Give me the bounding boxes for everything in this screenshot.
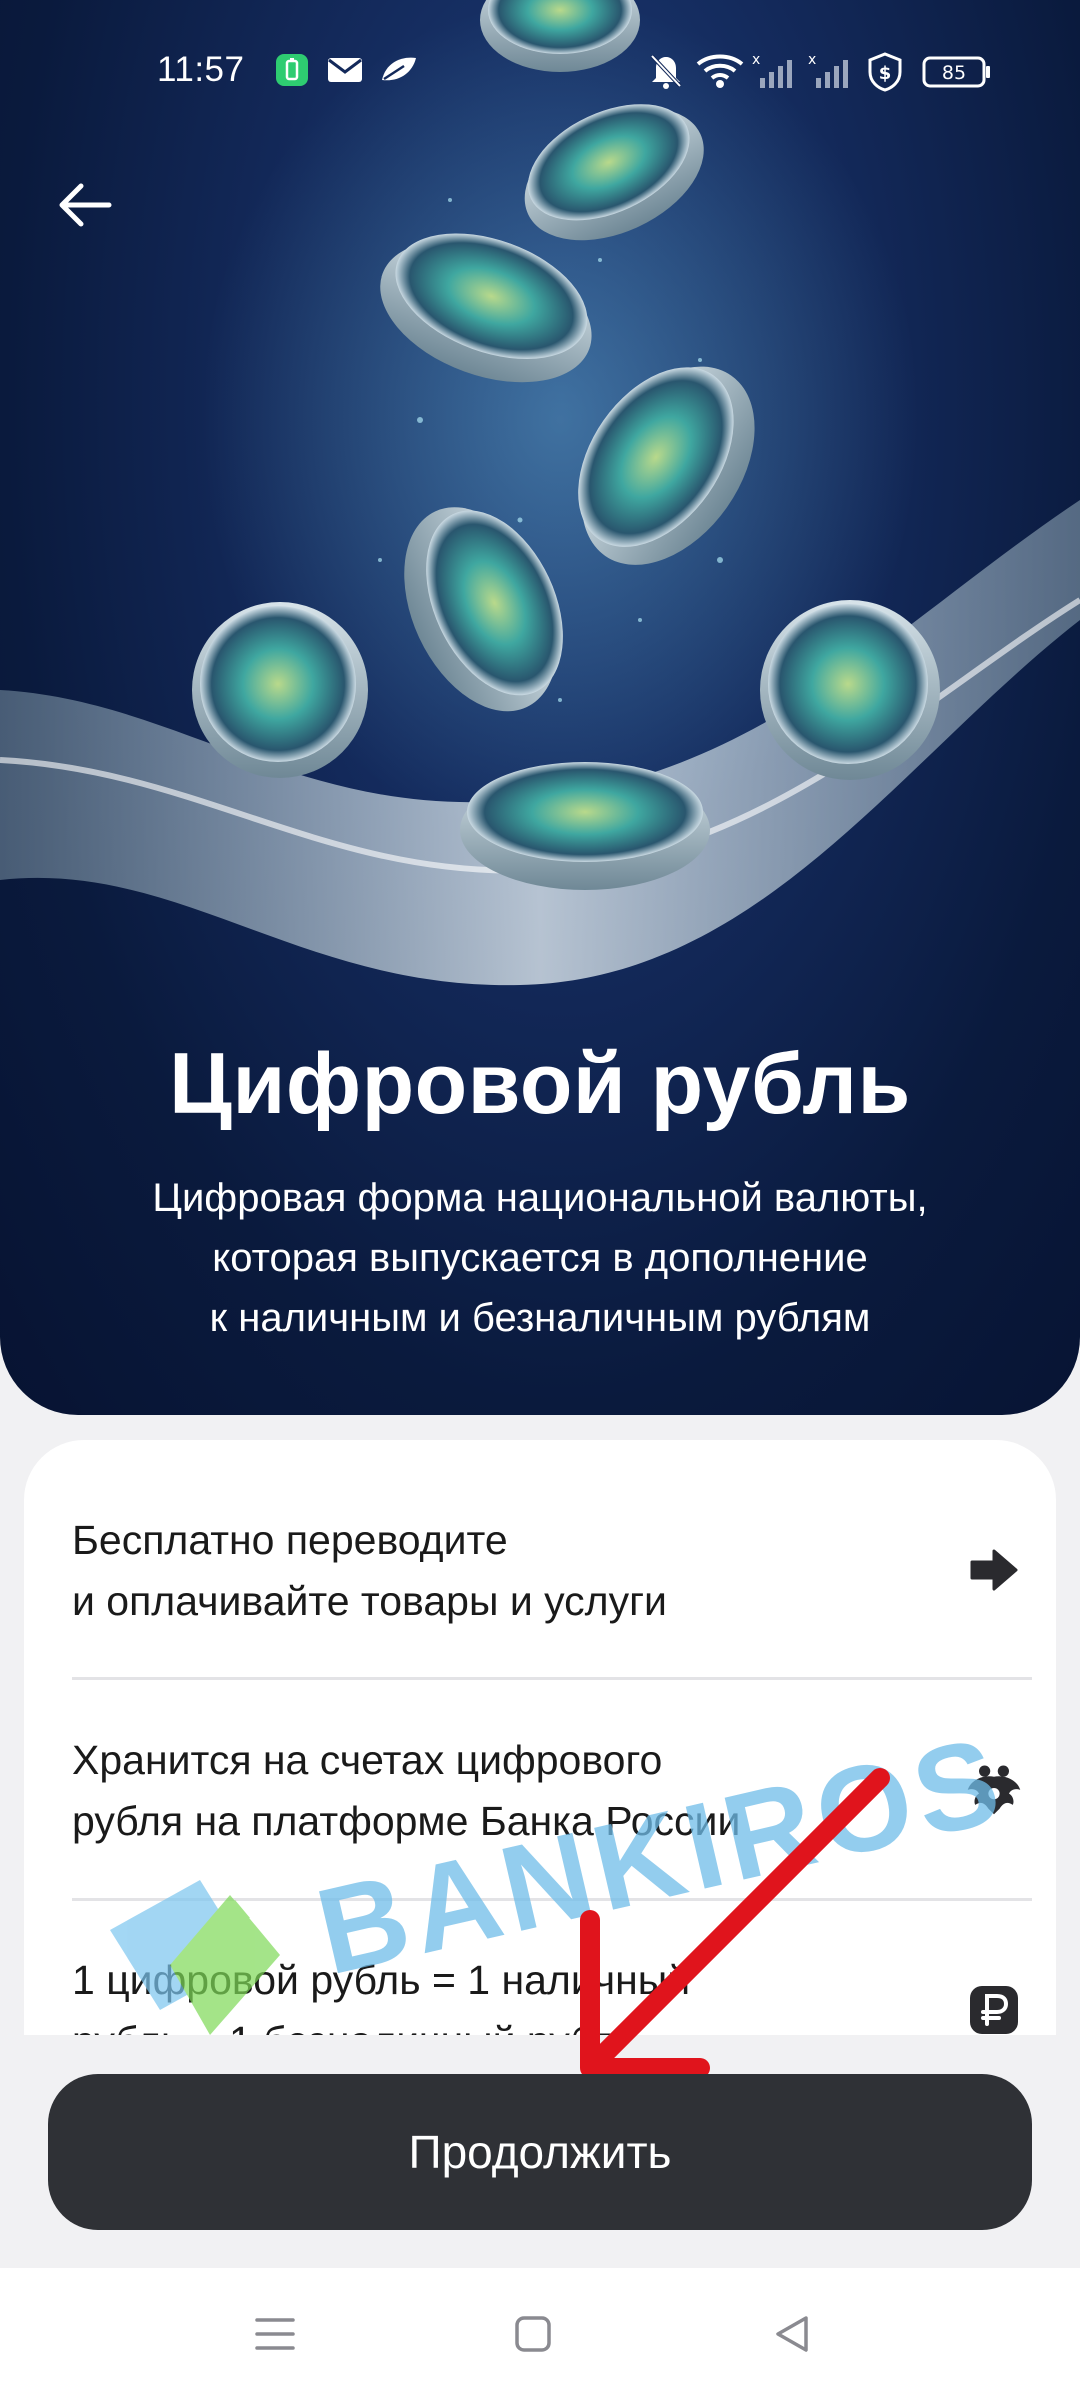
svg-text:x: x bbox=[752, 52, 760, 68]
feature-text: 1 цифровой рубль = 1 наличный рубль = 1 … bbox=[72, 1957, 691, 2035]
subtitle-line: которая выпускается в дополнение bbox=[212, 1236, 868, 1280]
arrow-right-icon bbox=[964, 1540, 1024, 1600]
battery-saver-icon bbox=[276, 54, 308, 86]
mute-icon bbox=[650, 54, 682, 89]
divider bbox=[72, 1898, 1032, 1901]
system-nav-bar bbox=[0, 2268, 1080, 2400]
feature-item-bank-platform: Хранится на счетах цифрового рубля на пл… bbox=[72, 1730, 1032, 1852]
signal-icon: x bbox=[752, 52, 792, 88]
back-icon bbox=[776, 2316, 808, 2352]
feature-text: Бесплатно переводите и оплачивайте товар… bbox=[72, 1517, 667, 1624]
battery-icon: 85 bbox=[922, 56, 992, 93]
subtitle-line: Цифровая форма национальной валюты, bbox=[152, 1176, 928, 1220]
leaf-icon bbox=[382, 57, 416, 81]
page-subtitle: Цифровая форма национальной валюты, кото… bbox=[60, 1168, 1020, 1348]
continue-button[interactable]: Продолжить bbox=[48, 2074, 1032, 2230]
home-icon bbox=[515, 2316, 551, 2352]
hero-banner: 11:57 x x $ 85 Цифровой рубль Цифровая ф… bbox=[0, 0, 1080, 1415]
back-button[interactable] bbox=[50, 170, 120, 240]
menu-icon bbox=[255, 2318, 295, 2350]
feature-item-free-transfers: Бесплатно переводите и оплачивайте товар… bbox=[72, 1510, 1032, 1632]
wifi-icon bbox=[696, 54, 744, 88]
status-bar: 11:57 x x $ 85 bbox=[0, 0, 1080, 140]
svg-text:$: $ bbox=[879, 63, 892, 84]
feature-item-ruble-parity: 1 цифровой рубль = 1 наличный рубль = 1 … bbox=[72, 1950, 1032, 2035]
page-title: Цифровой рубль bbox=[169, 1036, 911, 1132]
svg-text:x: x bbox=[808, 52, 816, 68]
status-time: 11:57 bbox=[157, 50, 245, 89]
features-card[interactable]: Бесплатно переводите и оплачивайте товар… bbox=[24, 1440, 1056, 2035]
signal-icon: x bbox=[808, 52, 848, 88]
nav-home-button[interactable] bbox=[503, 2304, 563, 2364]
ruble-icon bbox=[964, 1980, 1024, 2035]
nav-back-button[interactable] bbox=[762, 2304, 822, 2364]
shield-dollar-icon: $ bbox=[868, 52, 902, 92]
battery-level: 85 bbox=[942, 62, 966, 84]
feature-text: Хранится на счетах цифрового рубля на пл… bbox=[72, 1737, 741, 1844]
eagle-emblem-icon bbox=[964, 1758, 1024, 1818]
subtitle-line: к наличным и безналичным рублям bbox=[209, 1296, 871, 1340]
arrow-left-icon bbox=[59, 183, 112, 227]
mail-icon bbox=[328, 58, 362, 82]
divider bbox=[72, 1677, 1032, 1680]
nav-menu-button[interactable] bbox=[245, 2304, 305, 2364]
